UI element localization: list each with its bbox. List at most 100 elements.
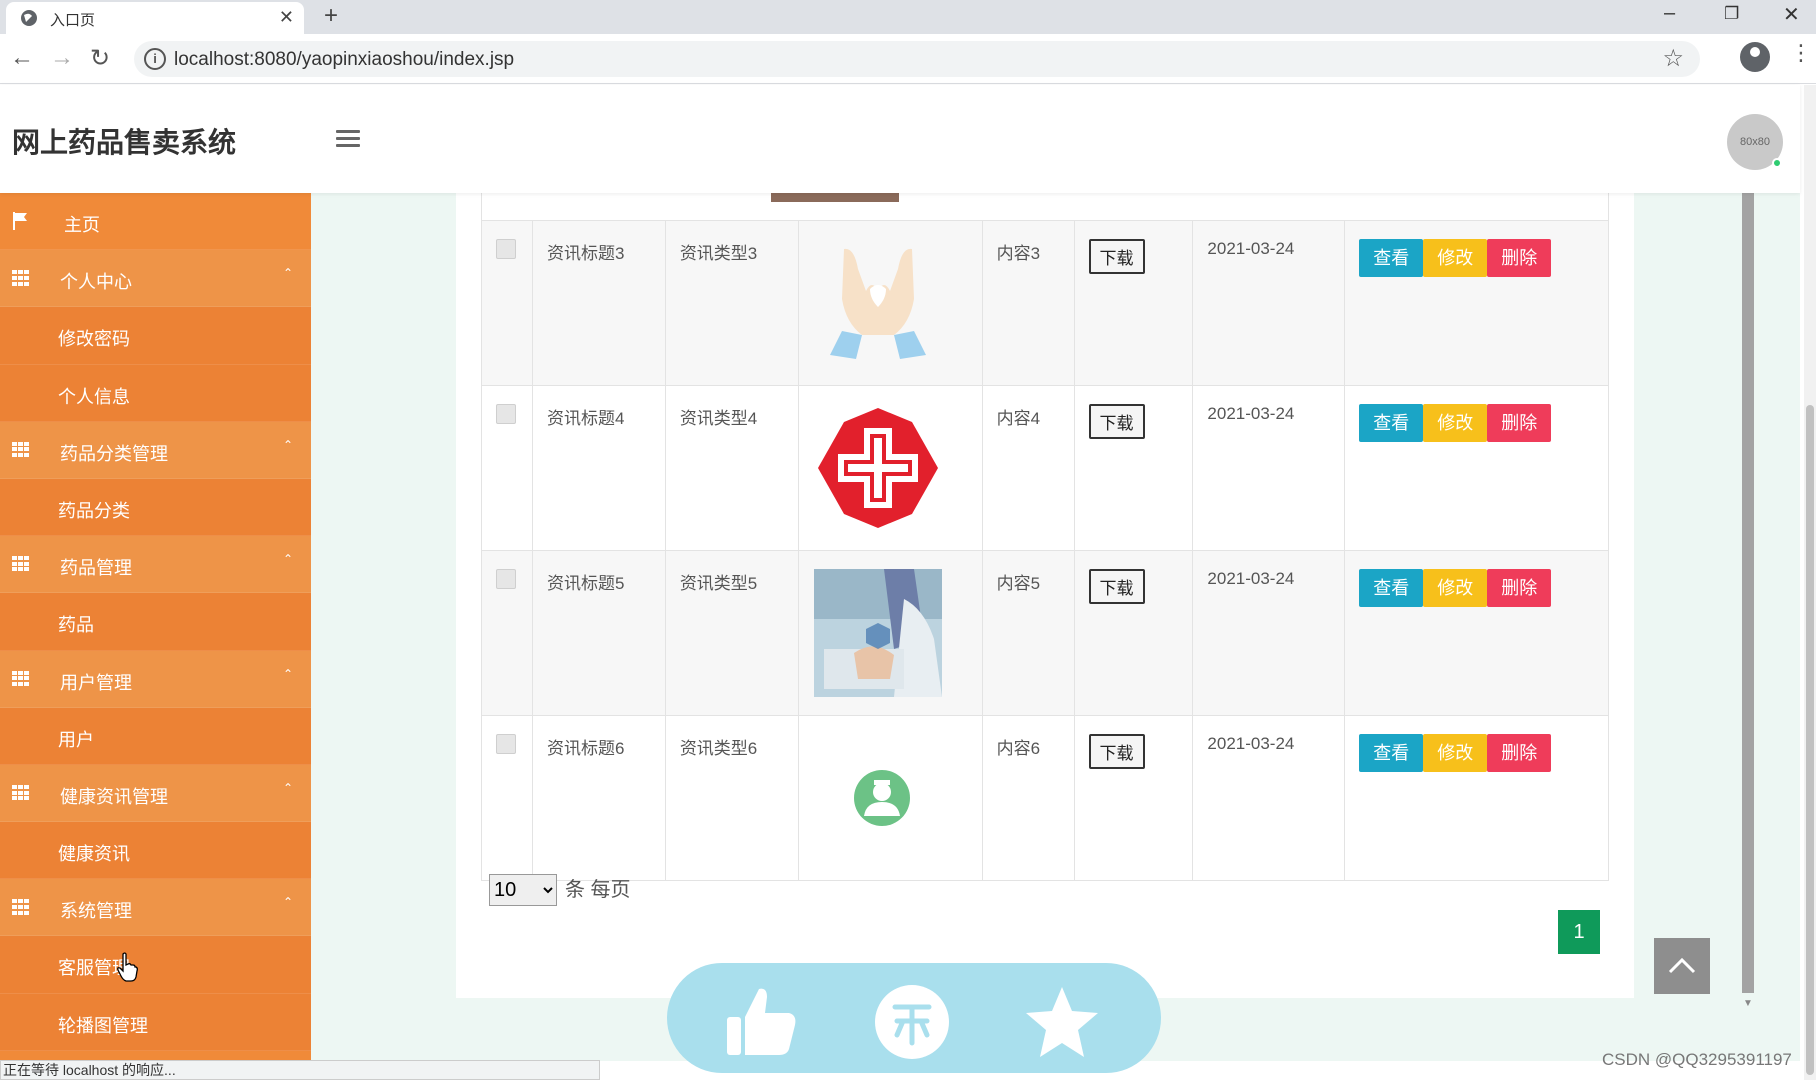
edit-button[interactable]: 修改 (1423, 239, 1488, 277)
address-bar[interactable]: i localhost:8080/yaopinxiaoshou/index.js… (134, 41, 1700, 77)
caret-up-icon: ⌃ (282, 266, 293, 281)
profile-icon[interactable] (1740, 42, 1770, 72)
grid-icon (12, 270, 30, 286)
browser-status-bar: 正在等待 localhost 的响应... (0, 1060, 600, 1080)
info-icon[interactable]: i (144, 48, 166, 70)
cell-type: 资讯类型3 (664, 220, 799, 386)
cell-date: 2021-03-24 (1192, 550, 1346, 716)
browser-tab[interactable]: 入口页 ✕ (6, 2, 304, 34)
sidebar-item-user[interactable]: 用户 (0, 707, 311, 765)
table-row: 资讯标题3 资讯类型3 内容3 下载 2021-03-24 查看 修改 删除 (481, 220, 1609, 386)
cell-type: 资讯类型6 (664, 715, 799, 881)
scroll-to-top-button[interactable] (1654, 938, 1710, 994)
edit-button[interactable]: 修改 (1423, 734, 1488, 772)
page-scrollbar-thumb[interactable] (1806, 405, 1814, 1075)
cell-date: 2021-03-24 (1192, 385, 1346, 551)
page-number-button[interactable]: 1 (1558, 910, 1600, 954)
view-button[interactable]: 查看 (1359, 569, 1424, 607)
sidebar-item-label: 个人中心 (60, 272, 132, 293)
cell-content: 内容6 (981, 715, 1075, 881)
download-button[interactable]: 下载 (1088, 569, 1145, 604)
menu-kebab-icon[interactable]: ⋮ (1790, 40, 1812, 66)
sidebar-item-label: 药品分类 (58, 500, 130, 521)
sidebar-group-drug-management[interactable]: 药品管理 ⌃ (0, 536, 311, 594)
thumbs-up-icon[interactable] (723, 983, 801, 1061)
star-bookmark-icon[interactable]: ☆ (1662, 44, 1684, 73)
grid-icon (12, 670, 30, 687)
delete-button[interactable]: 删除 (1487, 734, 1552, 772)
download-button[interactable]: 下载 (1088, 239, 1145, 274)
scroll-down-arrow-icon[interactable]: ▼ (1743, 998, 1753, 1009)
sidebar-item-label: 用户 (58, 729, 94, 750)
sidebar-item-drug-category[interactable]: 药品分类 (0, 478, 311, 537)
sidebar-item-label: 轮播图管理 (58, 1015, 148, 1036)
sidebar-item-customer-service[interactable]: 客服管理 (0, 936, 311, 994)
page-size-select[interactable]: 10 (489, 874, 557, 906)
reload-icon[interactable]: ↻ (90, 44, 110, 73)
download-button[interactable]: 下载 (1088, 734, 1145, 769)
view-button[interactable]: 查看 (1359, 239, 1424, 277)
row-checkbox[interactable] (496, 734, 516, 754)
back-icon[interactable]: ← (10, 44, 34, 72)
chevron-up-icon (1668, 957, 1696, 974)
new-tab-icon[interactable]: + (324, 2, 338, 30)
caret-up-icon: ⌃ (282, 666, 293, 681)
close-tab-icon[interactable]: ✕ (279, 7, 294, 28)
delete-button[interactable]: 删除 (1487, 569, 1552, 607)
sidebar-group-personal-center[interactable]: 个人中心 ⌃ (0, 250, 311, 308)
grid-icon (12, 441, 30, 458)
sidebar-item-label: 个人信息 (58, 386, 130, 407)
row-checkbox[interactable] (496, 569, 516, 589)
sidebar-item-label: 系统管理 (60, 901, 132, 922)
sidebar-item-carousel[interactable]: 轮播图管理 (0, 993, 311, 1051)
sidebar-group-drug-category[interactable]: 药品分类管理 ⌃ (0, 421, 311, 479)
online-status-dot (1772, 158, 1782, 168)
sidebar-item-health-news[interactable]: 健康资讯 (0, 822, 311, 880)
view-button[interactable]: 查看 (1359, 404, 1424, 442)
sidebar-item-drug[interactable]: 药品 (0, 593, 311, 651)
star-icon[interactable] (1023, 983, 1101, 1061)
news-table: 资讯标题3 资讯类型3 内容3 下载 2021-03-24 查看 修改 删除 资… (481, 220, 1609, 881)
cell-date: 2021-03-24 (1192, 220, 1346, 386)
app-title: 网上药品售卖系统 (12, 127, 237, 158)
main-content: 资讯标题3 资讯类型3 内容3 下载 2021-03-24 查看 修改 删除 资… (311, 193, 1800, 1061)
table-row: 资讯标题4 资讯类型4 内容4 下载 2021-03-24 查看 修改 删除 (481, 385, 1609, 551)
app-header: 网上药品售卖系统 80x80 (0, 85, 1800, 193)
previous-row-stub (481, 193, 1609, 220)
forward-icon[interactable]: → (50, 44, 74, 72)
close-window-icon[interactable]: ✕ (1783, 2, 1800, 27)
sidebar-item-label: 药品管理 (60, 558, 132, 579)
sidebar-item-change-password[interactable]: 修改密码 (0, 307, 311, 365)
sidebar-item-label: 用户管理 (60, 672, 132, 693)
sidebar-group-health-news[interactable]: 健康资讯管理 ⌃ (0, 764, 311, 823)
content-scrollbar[interactable] (1742, 193, 1754, 993)
grid-icon (12, 784, 30, 801)
sidebar-group-user-management[interactable]: 用户管理 ⌃ (0, 650, 311, 708)
red-cross-image (817, 408, 938, 528)
tab-title: 入口页 (50, 12, 96, 29)
download-button[interactable]: 下载 (1088, 404, 1145, 439)
hamburger-menu-icon[interactable] (336, 130, 360, 148)
row-checkbox[interactable] (496, 239, 516, 259)
row-checkbox[interactable] (496, 404, 516, 424)
sidebar-group-system-management[interactable]: 系统管理 ⌃ (0, 879, 311, 937)
cell-title: 资讯标题3 (531, 220, 666, 386)
doctor-badge-image (853, 770, 910, 826)
sidebar-item-label: 主页 (64, 215, 100, 235)
delete-button[interactable]: 删除 (1487, 404, 1552, 442)
grid-icon (12, 556, 30, 572)
edit-button[interactable]: 修改 (1423, 404, 1488, 442)
edit-button[interactable]: 修改 (1423, 569, 1488, 607)
delete-button[interactable]: 删除 (1487, 239, 1552, 277)
cell-title: 资讯标题6 (531, 715, 666, 881)
page-scrollbar[interactable] (1804, 85, 1816, 1080)
per-page-label: 条 每页 (565, 879, 631, 901)
coin-icon[interactable] (873, 983, 951, 1061)
sidebar-item-home[interactable]: 主页 (0, 193, 311, 251)
sidebar-item-personal-info[interactable]: 个人信息 (0, 364, 311, 422)
view-button[interactable]: 查看 (1359, 734, 1424, 772)
page-size-control: 10 条 每页 (489, 873, 631, 906)
restore-icon[interactable]: ❐ (1724, 4, 1739, 24)
minimize-icon[interactable]: – (1664, 2, 1675, 25)
cell-date: 2021-03-24 (1192, 715, 1346, 881)
